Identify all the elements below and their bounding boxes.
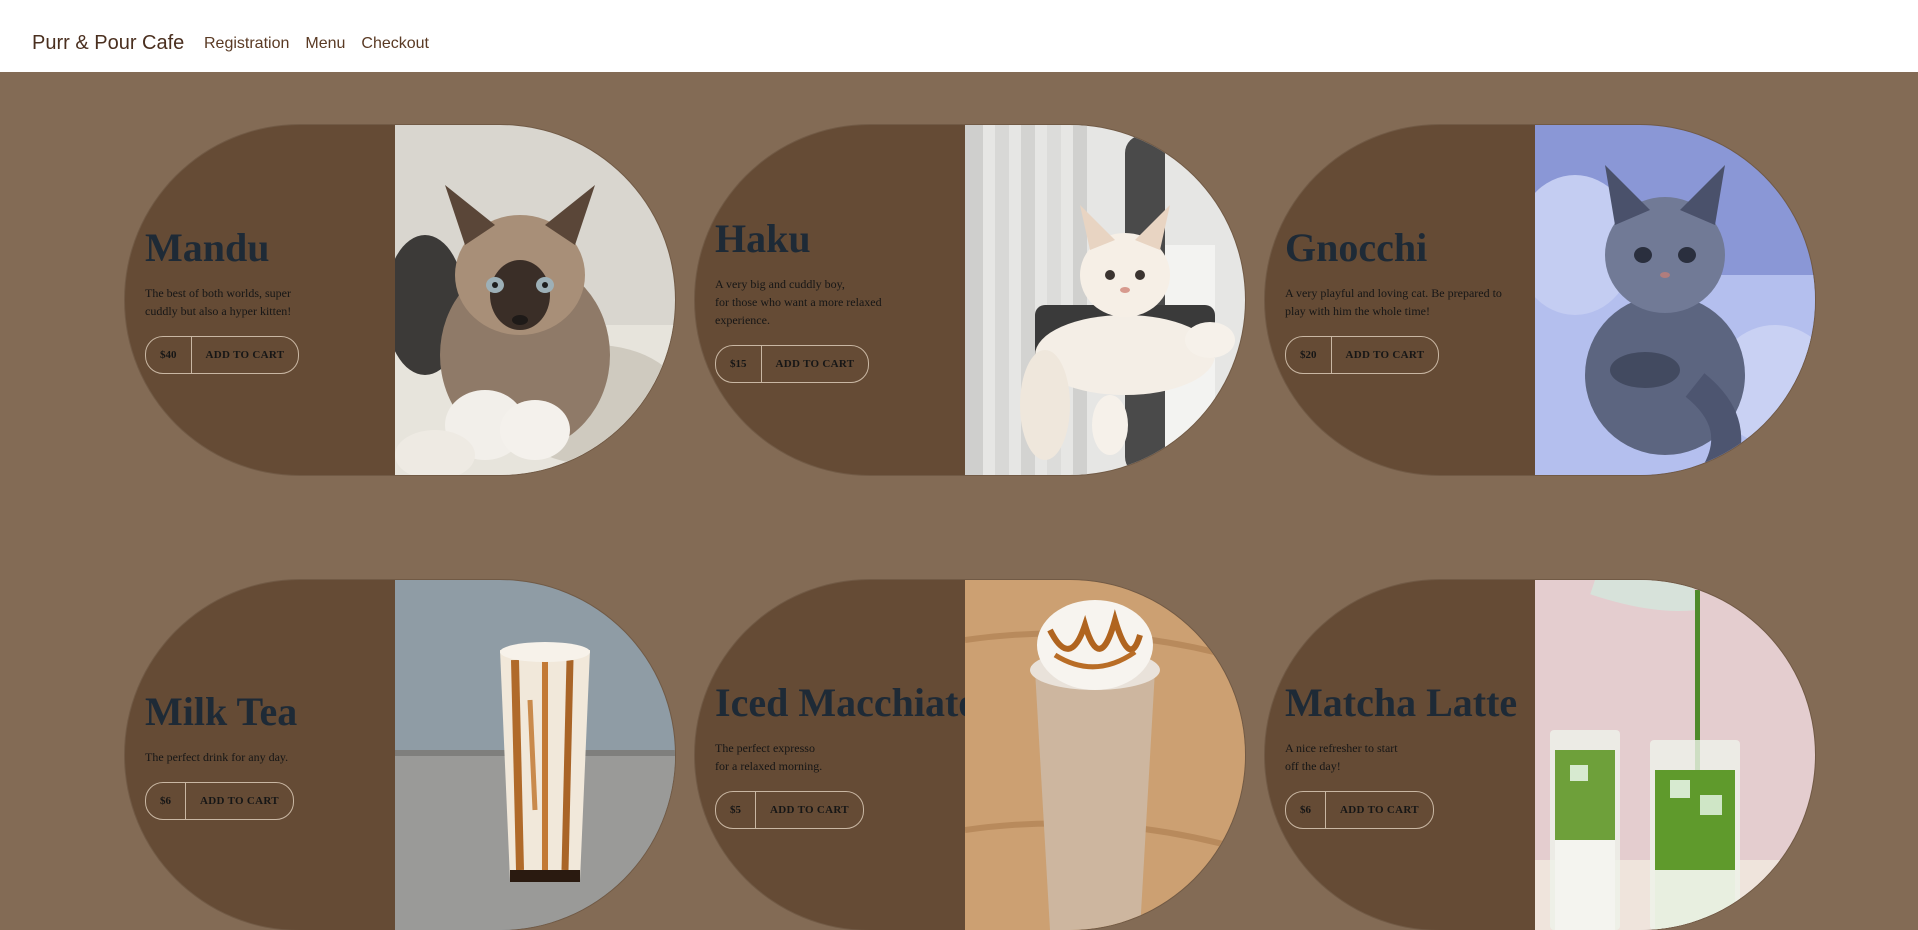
add-to-cart-button[interactable]: ADD TO CART	[186, 783, 293, 819]
nav-checkout[interactable]: Checkout	[361, 33, 429, 55]
matcha-latte-glasses-photo	[1535, 580, 1815, 930]
cart-group: $20 ADD TO CART	[1285, 336, 1440, 374]
price-label: $20	[1286, 337, 1332, 373]
product-card-matcha-latte: Matcha Latte A nice refresher to start o…	[1265, 580, 1815, 930]
product-card-iced-macchiato: Iced Macchiato The perfect expresso for …	[695, 580, 1245, 930]
iced-macchiato-cup-photo	[965, 580, 1245, 930]
card-description: The perfect drink for any day.	[145, 750, 289, 764]
card-title: Iced Macchiato	[715, 680, 979, 725]
card-text: Mandu The best of both worlds, super cud…	[125, 125, 395, 475]
card-description: A very big and cuddly boy, for those who…	[715, 277, 882, 327]
add-to-cart-button[interactable]: ADD TO CART	[762, 346, 869, 382]
white-cat-on-tower-photo	[965, 125, 1245, 475]
card-text: Haku A very big and cuddly boy, for thos…	[695, 125, 965, 475]
brand-link[interactable]: Purr & Pour Cafe	[32, 31, 184, 55]
cart-group: $6 ADD TO CART	[1285, 791, 1434, 829]
card-title: Haku	[715, 216, 811, 261]
price-label: $5	[716, 792, 756, 828]
milk-tea-glass-photo	[395, 580, 675, 930]
add-to-cart-button[interactable]: ADD TO CART	[1326, 792, 1433, 828]
add-to-cart-button[interactable]: ADD TO CART	[756, 792, 863, 828]
product-card-mandu: Mandu The best of both worlds, super cud…	[125, 125, 675, 475]
card-title: Milk Tea	[145, 689, 298, 734]
product-card-haku: Haku A very big and cuddly boy, for thos…	[695, 125, 1245, 475]
cart-group: $6 ADD TO CART	[145, 782, 294, 820]
cart-group: $15 ADD TO CART	[715, 345, 870, 383]
card-text: Iced Macchiato The perfect expresso for …	[695, 580, 979, 930]
card-text: Matcha Latte A nice refresher to start o…	[1265, 580, 1535, 930]
product-card-gnocchi: Gnocchi A very playful and loving cat. B…	[1265, 125, 1815, 475]
add-to-cart-button[interactable]: ADD TO CART	[192, 337, 299, 373]
card-text: Milk Tea The perfect drink for any day. …	[125, 580, 395, 930]
nav-registration[interactable]: Registration	[204, 33, 289, 55]
card-title: Mandu	[145, 225, 270, 270]
grey-fluffy-cat-photo	[1535, 125, 1815, 475]
card-title: Gnocchi	[1285, 225, 1428, 270]
card-description: The best of both worlds, super cuddly bu…	[145, 286, 292, 318]
card-title: Matcha Latte	[1285, 680, 1518, 725]
card-description: The perfect expresso for a relaxed morni…	[715, 741, 823, 773]
nav-menu[interactable]: Menu	[305, 33, 345, 55]
product-card-milk-tea: Milk Tea The perfect drink for any day. …	[125, 580, 675, 930]
price-label: $40	[146, 337, 192, 373]
navbar: Purr & Pour Cafe Registration Menu Check…	[0, 0, 1918, 72]
cart-group: $40 ADD TO CART	[145, 336, 300, 374]
nav-links: Registration Menu Checkout	[204, 33, 429, 55]
price-label: $6	[1286, 792, 1326, 828]
ragdoll-kitten-photo	[395, 125, 675, 475]
price-label: $6	[146, 783, 186, 819]
card-description: A very playful and loving cat. Be prepar…	[1285, 286, 1502, 318]
price-label: $15	[716, 346, 762, 382]
add-to-cart-button[interactable]: ADD TO CART	[1332, 337, 1439, 373]
cart-group: $5 ADD TO CART	[715, 791, 864, 829]
card-description: A nice refresher to start off the day!	[1285, 741, 1398, 773]
card-text: Gnocchi A very playful and loving cat. B…	[1265, 125, 1535, 475]
